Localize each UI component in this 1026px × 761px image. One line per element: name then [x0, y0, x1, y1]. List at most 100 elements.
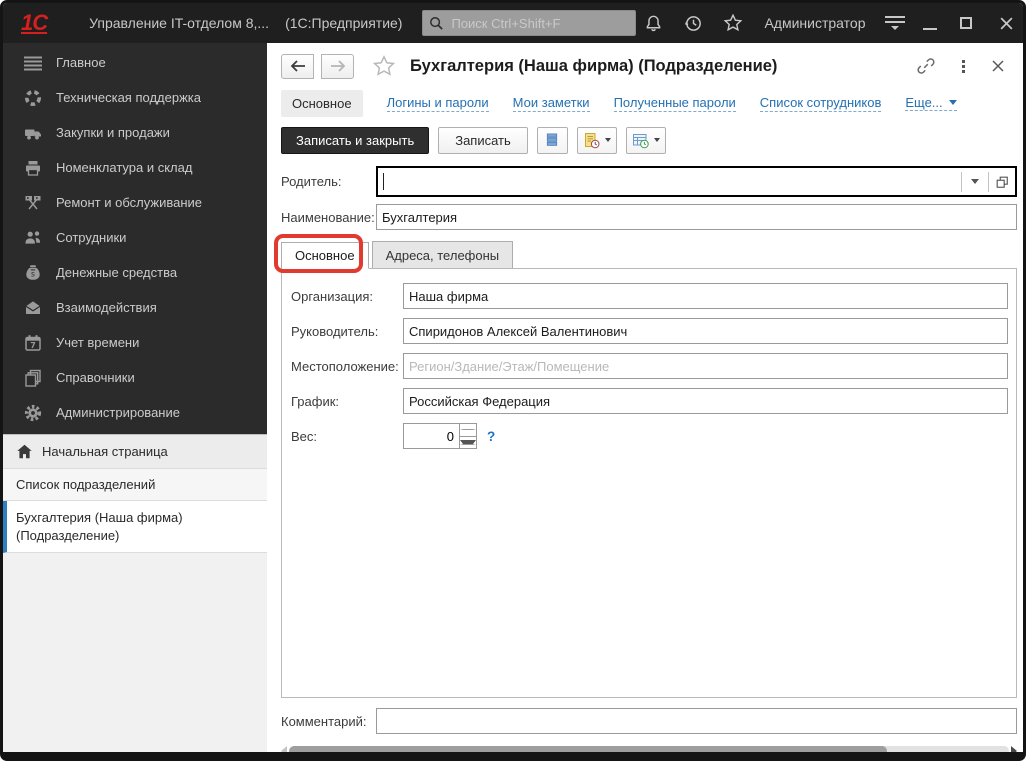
tab-general[interactable]: Основное	[281, 242, 369, 269]
sidebar-item-active-department[interactable]: Бухгалтерия (Наша фирма) (Подразделение)	[3, 501, 267, 553]
titlebar: 1С Управление IT-отделом 8,... (1С:Предп…	[3, 3, 1023, 43]
sidebar-item-main[interactable]: Главное	[3, 45, 267, 80]
organization-input[interactable]	[403, 283, 1008, 309]
app-window: 1С Управление IT-отделом 8,... (1С:Предп…	[0, 0, 1026, 761]
chevron-down-icon	[654, 138, 660, 142]
save-and-close-button[interactable]: Записать и закрыть	[281, 127, 429, 154]
schedule-field-row: График:	[291, 388, 1008, 414]
structure-button[interactable]	[537, 127, 568, 154]
save-button[interactable]: Записать	[438, 127, 528, 154]
sidebar-item-label: Закупки и продажи	[56, 125, 170, 140]
parent-field-row: Родитель:	[281, 166, 1017, 197]
maximize-button[interactable]	[955, 12, 977, 34]
life-ring-icon	[23, 88, 42, 107]
sidebar-item-administration[interactable]: Администрирование	[3, 395, 267, 430]
weight-input[interactable]	[403, 423, 460, 449]
nav-more-button[interactable]: Еще...	[905, 95, 956, 111]
service-menu-icon[interactable]	[885, 16, 905, 30]
more-actions-icon[interactable]	[962, 60, 965, 73]
sidebar-item-catalogs[interactable]: Справочники	[3, 360, 267, 395]
1c-logo: 1С	[21, 10, 47, 36]
document-clock-icon	[583, 132, 600, 149]
page-title: Бухгалтерия (Наша фирма) (Подразделение)	[410, 57, 777, 76]
nav-tab-main[interactable]: Основное	[281, 90, 363, 117]
scroll-right-arrow[interactable]	[1011, 746, 1017, 756]
parent-input-box	[376, 166, 1017, 197]
sidebar-item-label: Денежные средства	[56, 265, 177, 280]
svg-text:7: 7	[30, 341, 36, 350]
sidebar-item-label: Главное	[56, 55, 106, 70]
svg-text:s: s	[31, 269, 35, 278]
sidebar-item-label: Взаимодействия	[56, 300, 157, 315]
truck-icon	[23, 123, 42, 142]
minimize-button[interactable]	[923, 28, 937, 30]
comment-field-row: Комментарий:	[281, 708, 1017, 734]
location-field-row: Местоположение:	[291, 353, 1008, 379]
home-icon	[16, 443, 33, 460]
global-search-box[interactable]	[422, 10, 636, 36]
printer-icon	[23, 158, 42, 177]
scrollbar-thumb[interactable]	[289, 746, 887, 756]
sidebar-item-label: Ремонт и обслуживание	[56, 195, 202, 210]
sidebar-item-purchases-sales[interactable]: Закупки и продажи	[3, 115, 267, 150]
schedule-input[interactable]	[403, 388, 1008, 414]
nav-link-logins[interactable]: Логины и пароли	[387, 94, 489, 112]
sidebar-item-departments-list[interactable]: Список подразделений	[3, 469, 267, 501]
sidebar-item-repair-service[interactable]: Ремонт и обслуживание	[3, 185, 267, 220]
weight-help-link[interactable]: ?	[487, 429, 495, 444]
sidebar-item-tech-support[interactable]: Техническая поддержка	[3, 80, 267, 115]
history-icon[interactable]	[682, 12, 704, 34]
nav-link-my-notes[interactable]: Мои заметки	[513, 94, 590, 112]
parent-open-button[interactable]	[989, 168, 1015, 195]
sidebar-item-money[interactable]: s Денежные средства	[3, 255, 267, 290]
table-clock-icon	[632, 132, 649, 149]
favorite-star-icon[interactable]	[372, 54, 396, 78]
horizontal-scrollbar	[281, 745, 1017, 757]
copy-link-icon[interactable]	[916, 56, 936, 76]
sidebar-item-label: Справочники	[56, 370, 135, 385]
current-user[interactable]: Администратор	[764, 15, 865, 31]
scrollbar-track[interactable]	[289, 746, 1009, 756]
chevron-down-icon	[949, 100, 957, 105]
sidebar-item-time-tracking[interactable]: 7 Учет времени	[3, 325, 267, 360]
comment-input[interactable]	[376, 708, 1017, 734]
tab-addresses-phones[interactable]: Адреса, телефоны	[372, 241, 514, 268]
mail-icon	[23, 298, 42, 317]
sidebar-item-home-page[interactable]: Начальная страница	[3, 434, 267, 469]
chevron-down-icon	[605, 138, 611, 142]
pages-icon	[23, 368, 42, 387]
search-icon	[429, 16, 444, 31]
spinner-up-button[interactable]	[460, 424, 476, 437]
sidebar-item-nomenclature[interactable]: Номенклатура и склад	[3, 150, 267, 185]
sidebar-item-employees[interactable]: Сотрудники	[3, 220, 267, 255]
sidebar-item-interactions[interactable]: Взаимодействия	[3, 290, 267, 325]
organization-field-row: Организация:	[291, 283, 1008, 309]
organization-label: Организация:	[291, 289, 403, 304]
parent-dropdown-button[interactable]	[962, 168, 988, 195]
sidebar-filler	[3, 553, 267, 753]
location-input[interactable]	[403, 353, 1008, 379]
nav-link-received-passwords[interactable]: Полученные пароли	[614, 94, 736, 112]
weight-input-box	[403, 423, 477, 449]
weight-field-row: Вес: ?	[291, 423, 1008, 449]
form-nav-links: Основное Логины и пароли Мои заметки Пол…	[281, 89, 1017, 117]
scroll-left-arrow[interactable]	[281, 746, 287, 756]
table-history-button[interactable]	[626, 127, 666, 154]
document-history-button[interactable]	[577, 127, 617, 154]
sidebar-item-label: Техническая поддержка	[56, 90, 201, 105]
back-button[interactable]	[281, 54, 314, 79]
spinner-down-button[interactable]	[460, 437, 476, 449]
favorites-star-icon[interactable]	[722, 12, 744, 34]
close-window-button[interactable]	[995, 12, 1017, 34]
name-input[interactable]	[376, 204, 1017, 230]
money-bag-icon: s	[23, 263, 42, 282]
search-input[interactable]	[449, 15, 629, 32]
nav-link-employee-list[interactable]: Список сотрудников	[760, 94, 882, 112]
manager-input[interactable]	[403, 318, 1008, 344]
form-toolbar: Записать и закрыть Записать	[281, 126, 1017, 154]
parent-input[interactable]	[384, 168, 961, 195]
close-form-icon[interactable]	[991, 59, 1005, 73]
nav-more-label: Еще...	[905, 95, 942, 110]
notifications-bell-icon[interactable]	[642, 12, 664, 34]
forward-button[interactable]	[321, 54, 354, 79]
